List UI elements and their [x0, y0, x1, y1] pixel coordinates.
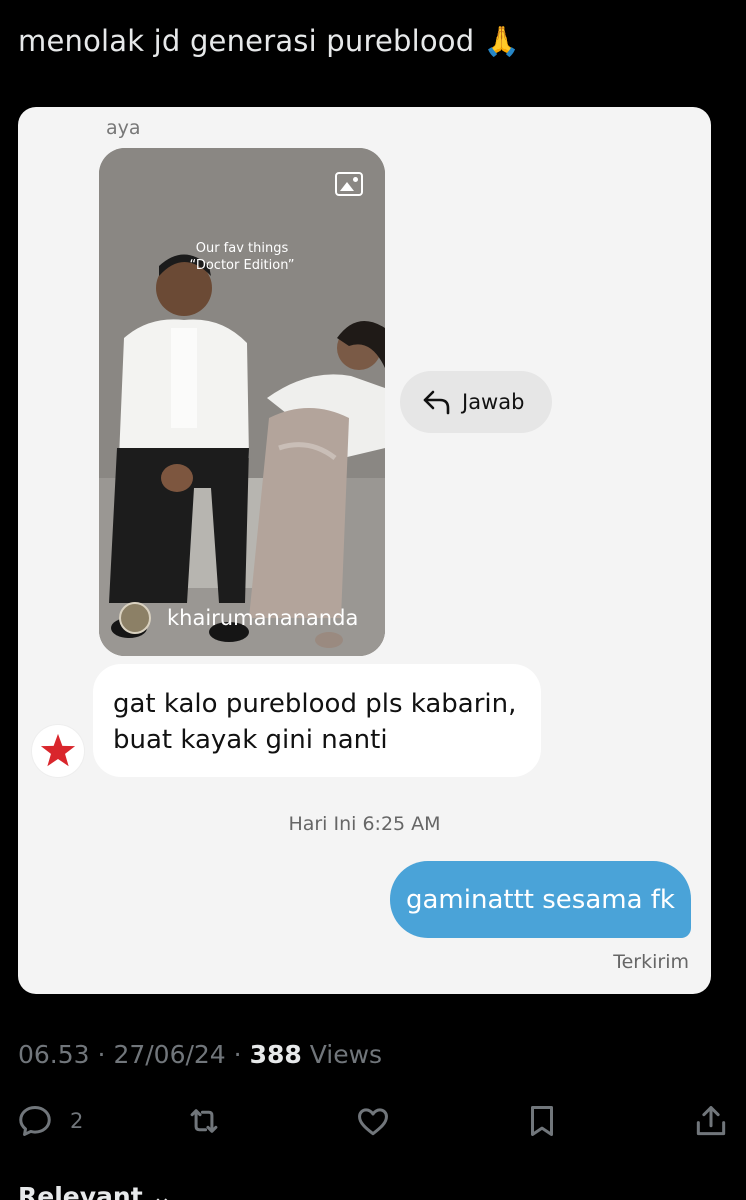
tweet-text: menolak jd generasi pureblood 🙏 — [18, 24, 521, 58]
reply-action[interactable]: 2 — [16, 1098, 83, 1144]
sort-replies-dropdown[interactable]: Relevant ⌄ — [18, 1182, 172, 1200]
shared-story-post[interactable]: Our fav things “Doctor Edition” khairuma… — [99, 148, 385, 656]
like-icon — [358, 1108, 388, 1136]
share-icon — [696, 1106, 726, 1136]
contact-avatar[interactable] — [32, 725, 84, 777]
incoming-message-line-2: buat kayak gini nanti — [113, 725, 388, 755]
story-user-avatar — [119, 602, 151, 634]
tweet-date: 27/06/24 — [113, 1040, 226, 1069]
views-count: 388 — [249, 1040, 302, 1069]
share-action[interactable] — [692, 1098, 730, 1144]
story-username: khairumananandа — [167, 606, 359, 630]
story-user[interactable]: khairumananandа — [119, 602, 358, 634]
incoming-message-bubble: gat kalo pureblood pls kabarin, buat kay… — [93, 664, 541, 777]
story-caption-line-1: Our fav things — [195, 241, 289, 256]
star-icon — [40, 733, 76, 767]
incoming-message-line-1: gat kalo pureblood pls kabarin, — [113, 689, 517, 719]
story-caption-line-2: “Doctor Edition” — [189, 258, 295, 273]
tweet-meta: 06.53 · 27/06/24 · 388 Views — [18, 1040, 383, 1069]
sender-name: aya — [106, 117, 141, 139]
chat-screenshot-card: aya Our fav things “Doctor Edition” khai… — [18, 107, 711, 994]
reply-arrow-icon — [423, 390, 450, 415]
views-label: Views — [309, 1040, 383, 1069]
reply-icon — [19, 1106, 51, 1136]
outgoing-message-text: gaminattt sesama fk — [405, 884, 675, 915]
reply-button[interactable]: Jawab — [400, 371, 552, 433]
reply-count: 2 — [70, 1109, 84, 1133]
retweet-icon — [190, 1109, 218, 1133]
like-action[interactable] — [354, 1098, 392, 1144]
reply-button-label: Jawab — [462, 390, 525, 414]
story-photo — [99, 148, 385, 656]
story-caption: Our fav things “Doctor Edition” — [99, 240, 385, 274]
bookmark-icon — [530, 1106, 554, 1136]
sent-status: Terkirim — [613, 951, 689, 973]
message-timestamp: Hari Ini 6:25 AM — [288, 813, 441, 835]
retweet-action[interactable] — [185, 1098, 223, 1144]
image-icon — [335, 172, 363, 196]
tweet-time: 06.53 — [18, 1040, 90, 1069]
bookmark-action[interactable] — [523, 1098, 561, 1144]
outgoing-message-bubble: gaminattt sesama fk — [390, 861, 691, 938]
tweet-actions: 2 — [0, 1098, 746, 1144]
